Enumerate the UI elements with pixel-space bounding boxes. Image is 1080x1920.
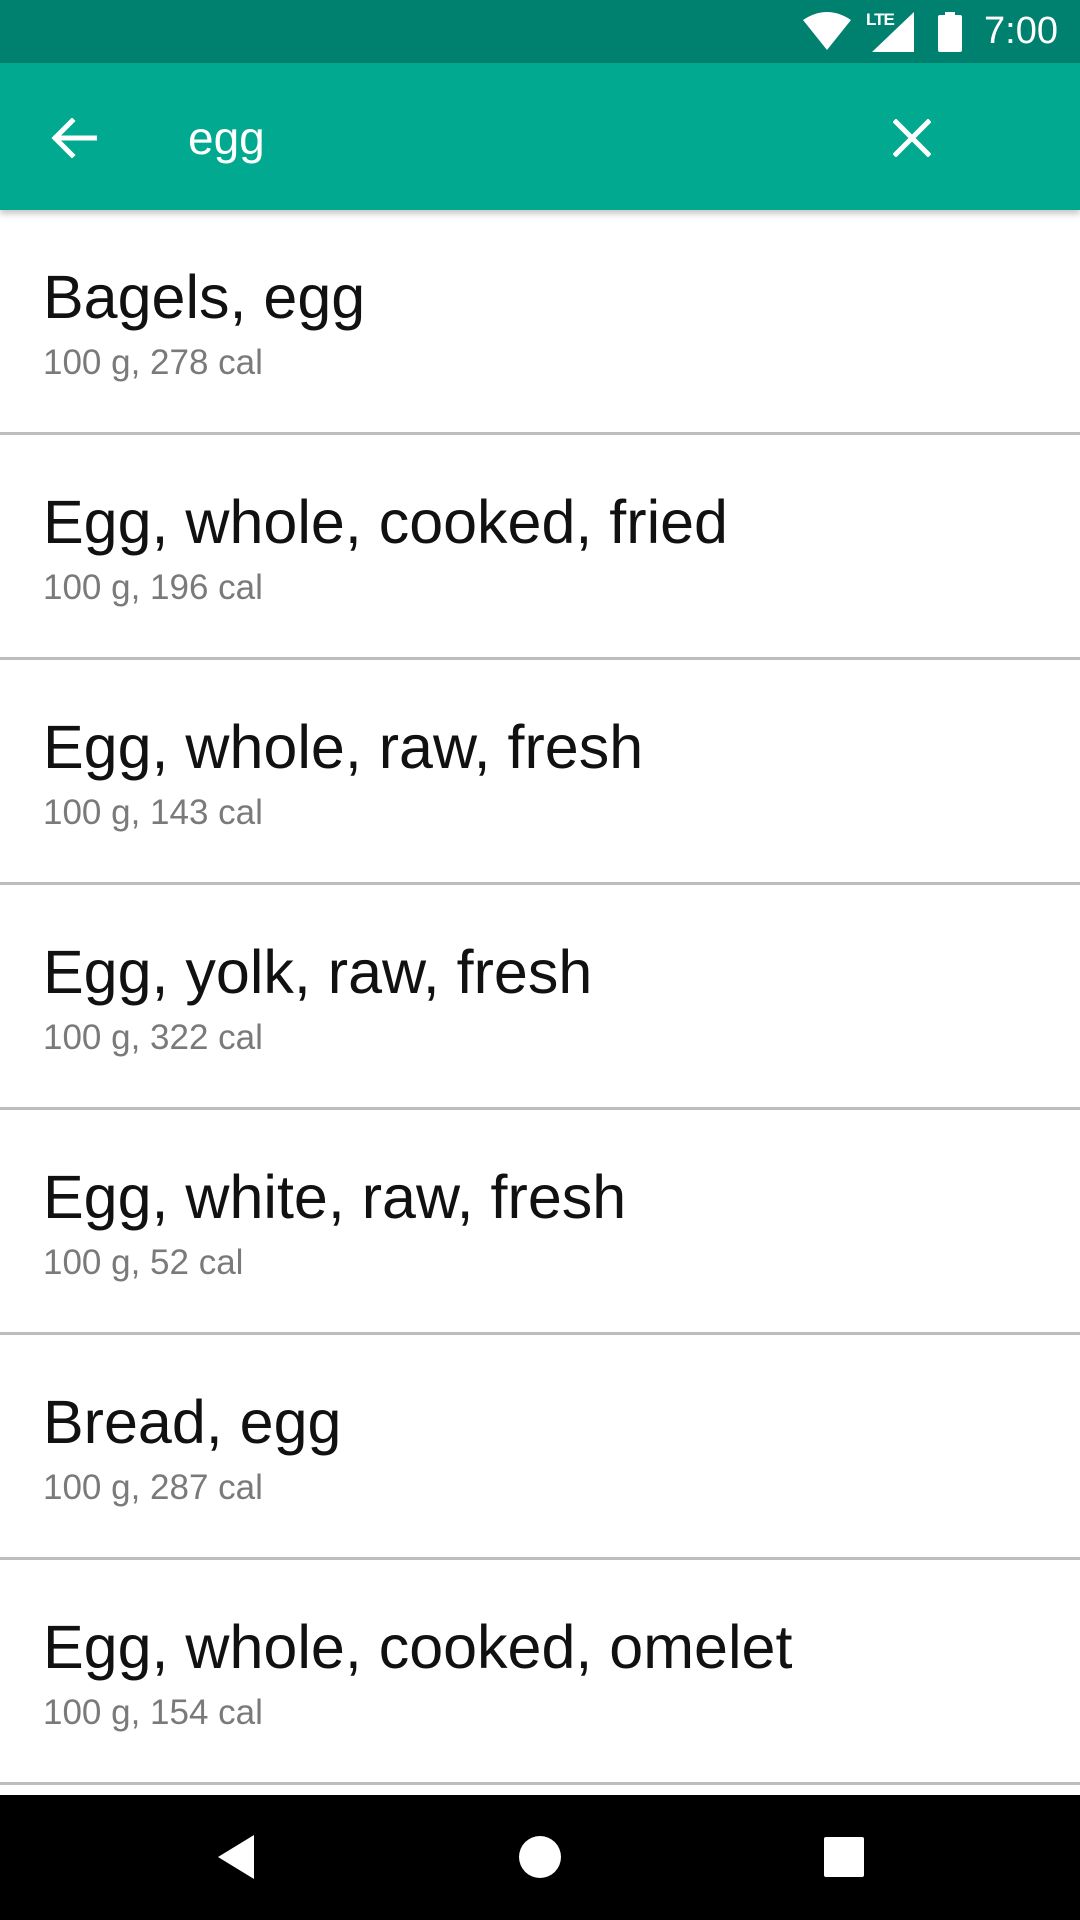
nav-back-icon <box>218 1835 254 1879</box>
screen: LTE 7:00 Bagels, eg <box>0 0 1080 1920</box>
nav-home-icon <box>519 1836 561 1878</box>
nav-recents-icon <box>824 1837 864 1877</box>
status-icons: LTE 7:00 <box>802 0 1080 63</box>
battery-icon <box>938 11 963 52</box>
back-button[interactable] <box>34 103 114 173</box>
list-item[interactable]: Egg, whole, cooked, fried 100 g, 196 cal <box>0 435 1080 660</box>
food-name: Egg, yolk, raw, fresh <box>43 938 593 1006</box>
lte-signal-icon: LTE <box>866 10 916 54</box>
status-bar: LTE 7:00 <box>0 0 1080 63</box>
food-serving-calories: 100 g, 143 cal <box>43 793 263 832</box>
search-results-list: Bagels, egg 100 g, 278 cal Egg, whole, c… <box>0 210 1080 1795</box>
list-item[interactable]: Egg, white, raw, fresh 100 g, 52 cal <box>0 1110 1080 1335</box>
food-serving-calories: 100 g, 287 cal <box>43 1468 263 1507</box>
food-name: Egg, whole, cooked, omelet <box>43 1613 793 1681</box>
navigation-bar <box>0 1795 1080 1920</box>
food-serving-calories: 100 g, 154 cal <box>43 1693 263 1732</box>
food-name: Egg, whole, cooked, fried <box>43 488 728 556</box>
food-serving-calories: 100 g, 322 cal <box>43 1018 263 1057</box>
list-item[interactable]: Bread, egg 100 g, 287 cal <box>0 1335 1080 1560</box>
clock: 7:00 <box>984 10 1058 52</box>
list-item[interactable]: Egg, whole, raw, fresh 100 g, 143 cal <box>0 660 1080 885</box>
list-item[interactable]: Bagels, egg 100 g, 278 cal <box>0 210 1080 435</box>
list-item[interactable]: Egg, whole, cooked, omelet 100 g, 154 ca… <box>0 1560 1080 1785</box>
nav-recents-button[interactable] <box>804 1817 884 1897</box>
food-name: Egg, white, raw, fresh <box>43 1163 627 1231</box>
search-toolbar <box>0 63 1080 210</box>
food-name: Bagels, egg <box>43 263 366 331</box>
clear-search-button[interactable] <box>872 103 952 173</box>
close-icon <box>893 119 931 157</box>
food-serving-calories: 100 g, 52 cal <box>43 1243 244 1282</box>
search-input[interactable] <box>188 103 828 173</box>
food-name: Egg, whole, raw, fresh <box>43 713 644 781</box>
food-serving-calories: 100 g, 278 cal <box>43 343 263 382</box>
nav-back-button[interactable] <box>196 1817 276 1897</box>
food-serving-calories: 100 g, 196 cal <box>43 568 263 607</box>
wifi-icon <box>803 11 852 50</box>
food-name: Bread, egg <box>43 1388 342 1456</box>
nav-home-button[interactable] <box>500 1817 580 1897</box>
list-item[interactable]: Egg, yolk, raw, fresh 100 g, 322 cal <box>0 885 1080 1110</box>
arrow-back-icon <box>51 118 97 158</box>
